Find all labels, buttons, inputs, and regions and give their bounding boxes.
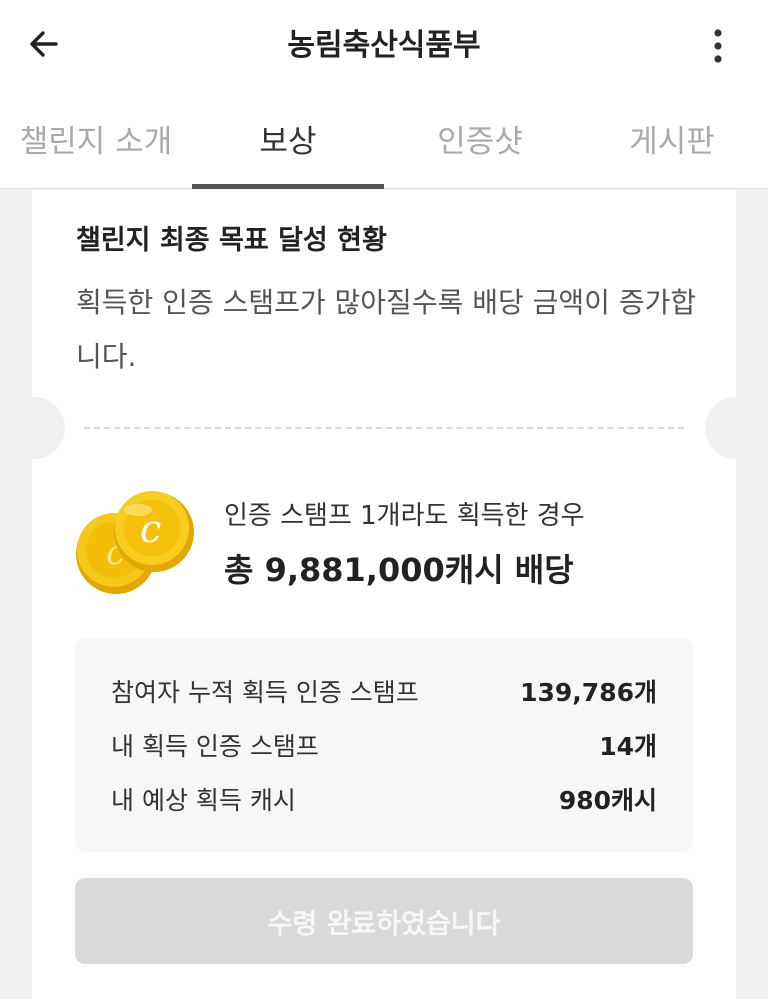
stat-row-total-stamps: 참여자 누적 획득 인증 스탬프 139,786개 xyxy=(111,664,657,718)
stat-label: 내 예상 획득 캐시 xyxy=(111,786,296,815)
stat-row-my-stamps: 내 획득 인증 스탬프 14개 xyxy=(111,718,657,772)
ticket-notch-left xyxy=(3,397,65,459)
ticket-notch-right xyxy=(705,397,767,459)
tab-challenge-intro[interactable]: 챌린지 소개 xyxy=(0,88,192,188)
stat-value: 14개 xyxy=(599,732,657,761)
more-options-button[interactable] xyxy=(698,24,738,68)
stat-value: 980캐시 xyxy=(558,786,657,815)
more-vertical-icon xyxy=(714,29,722,63)
page-title: 농림축산식품부 xyxy=(287,28,481,63)
claim-complete-button[interactable]: 수령 완료하였습니다 xyxy=(75,878,693,964)
stat-value: 139,786개 xyxy=(520,678,657,707)
goal-description: 획득한 인증 스탬프가 많아질수록 배당 금액이 증가합니다. xyxy=(76,286,697,373)
tab-reward[interactable]: 보상 xyxy=(192,88,384,189)
reward-total: 총 9,881,000캐시 배당 xyxy=(224,551,574,589)
tab-bar: 챌린지 소개 보상 인증샷 게시판 xyxy=(0,88,768,189)
reward-condition: 인증 스탬프 1개라도 획득한 경우 xyxy=(224,501,585,531)
stat-label: 참여자 누적 획득 인증 스탬프 xyxy=(111,678,419,707)
goal-title: 챌린지 최종 목표 달성 현황 xyxy=(76,225,387,256)
coin-icon: c c xyxy=(76,491,194,594)
stats-panel: 참여자 누적 획득 인증 스탬프 139,786개 내 획득 인증 스탬프 14… xyxy=(75,638,693,852)
ticket-separator xyxy=(32,400,736,460)
dashed-divider xyxy=(84,427,684,429)
stat-label: 내 획득 인증 스탬프 xyxy=(111,732,319,761)
svg-text:c: c xyxy=(140,507,161,551)
stat-row-expected-cash: 내 예상 획득 캐시 980캐시 xyxy=(111,772,657,826)
tab-proof-shot[interactable]: 인증샷 xyxy=(384,88,576,188)
tab-board[interactable]: 게시판 xyxy=(576,88,768,188)
app-bar: 농림축산식품부 xyxy=(0,0,768,88)
